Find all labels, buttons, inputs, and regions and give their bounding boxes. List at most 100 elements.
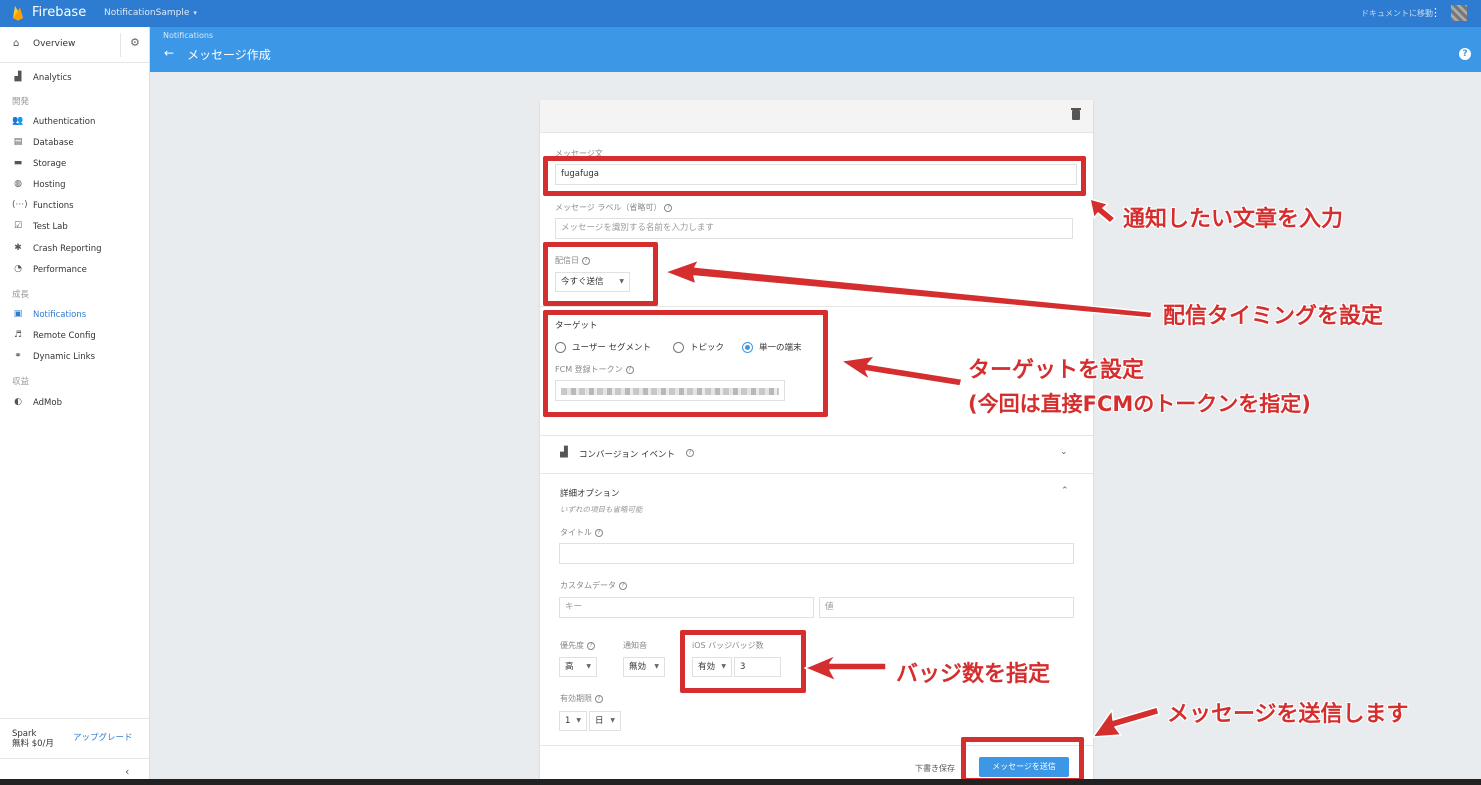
sidebar-item-database[interactable]: ▤ Database [0,135,150,153]
arrow-icon [1092,706,1160,738]
sound-label: 通知音 [623,641,647,650]
expiry-label-text: 有効期限 [560,694,592,703]
sidebar-item-remote-config[interactable]: ♬ Remote Config [0,328,150,346]
trash-icon[interactable] [1071,108,1081,120]
sidebar-item-test-lab[interactable]: ☑ Test Lab [0,219,150,237]
top-app-bar: Firebase NotificationSample ▾ ドキュメントに移動 ⋮ [0,0,1481,27]
message-label-input[interactable]: メッセージを識別する名前を入力します [555,218,1073,239]
bar-chart-icon: ▟ [560,447,568,458]
link-icon: ⚭ [14,351,22,361]
help-icon[interactable]: ? [619,582,627,590]
help-icon[interactable]: ? [1459,48,1471,60]
sidebar-item-label: Storage [33,159,67,169]
custom-data-label-text: カスタムデータ [560,581,616,590]
sidebar-item-crash-reporting[interactable]: ✱ Crash Reporting [0,241,150,259]
sidebar-item-overview[interactable]: ⌂ Overview ⚙ [0,27,150,63]
plan-name: Spark [12,729,37,739]
save-draft-button[interactable]: 下書き保存 [915,763,955,774]
sidebar-item-label: Performance [33,265,87,275]
sidebar-item-functions[interactable]: (···) Functions [0,198,150,216]
annotation-box-delivery [543,242,658,306]
sound-select[interactable]: 無効 ▼ [623,657,665,677]
help-icon[interactable]: ? [686,449,694,457]
chevron-down-icon: ▼ [586,663,591,670]
title-label-text: タイトル [560,528,592,537]
annotation-send: メッセージを送信します [1167,702,1409,727]
avatar[interactable] [1451,5,1467,21]
people-icon: 👥 [12,116,24,126]
expiry-value-select[interactable]: 1 ▼ [559,711,587,731]
advanced-options-hint: いずれの項目も省略可能 [560,505,643,514]
annotation-box-badge [680,630,806,693]
sidebar-item-label: Dynamic Links [33,352,96,362]
custom-data-label: カスタムデータ? [560,580,627,591]
sidebar-item-label: AdMob [33,398,62,408]
priority-label: 優先度? [560,640,595,651]
title-input[interactable] [559,543,1074,564]
priority-value: 高 [565,662,574,672]
docs-link[interactable]: ドキュメントに移動 [1361,8,1433,19]
message-label-label: メッセージ ラベル（省略可）? [555,202,673,213]
priority-label-text: 優先度 [560,641,584,650]
home-icon: ⌂ [13,38,20,49]
annotation-box-target [543,310,828,417]
sidebar-item-analytics[interactable]: ▟ Analytics [0,70,150,88]
annotation-target-1: ターゲットを設定 [968,358,1145,383]
help-icon[interactable]: ? [595,695,603,703]
section-develop: 開発 [12,97,30,107]
sound-value: 無効 [629,662,647,672]
expiry-unit-select[interactable]: 日 ▼ [589,711,621,731]
chevron-up-icon[interactable]: ⌃ [1061,486,1069,496]
sidebar-item-storage[interactable]: ▬ Storage [0,156,150,174]
message-icon: ▣ [13,309,23,319]
project-selector[interactable]: NotificationSample ▾ [104,8,197,18]
plan-footer: Spark 無料 $0/月 アップグレード [0,718,150,758]
more-vert-icon[interactable]: ⋮ [1430,6,1441,20]
divider [120,33,121,57]
breadcrumb[interactable]: Notifications [163,31,213,40]
divider [540,435,1093,436]
chevron-left-icon: ‹ [125,765,130,778]
sidebar-item-notifications[interactable]: ▣ Notifications [0,307,150,325]
custom-data-value-input[interactable]: 値 [819,597,1074,618]
expiry-label: 有効期限? [560,693,603,704]
back-arrow-icon[interactable]: ← [164,46,174,60]
upgrade-link[interactable]: アップグレード [73,731,133,743]
globe-icon: ◍ [14,179,22,189]
annotation-badge: バッジ数を指定 [896,662,1051,687]
bug-icon: ✱ [14,243,22,253]
section-earn: 収益 [12,377,30,387]
sidebar-item-hosting[interactable]: ◍ Hosting [0,177,150,195]
expiry-unit: 日 [595,716,604,726]
priority-select[interactable]: 高 ▼ [559,657,597,677]
conversion-event-label: コンバージョン イベント [579,450,676,460]
taskbar-strip [0,779,1481,785]
gear-icon[interactable]: ⚙ [130,36,140,49]
help-icon[interactable]: ? [587,642,595,650]
sidebar-item-authentication[interactable]: 👥 Authentication [0,114,150,132]
plan-info: Spark 無料 $0/月 [12,729,54,749]
sidebar-item-label: Functions [33,201,74,211]
conversion-event-row[interactable]: ▟ コンバージョン イベント ? ⌄ [560,447,1080,463]
help-icon[interactable]: ? [595,529,603,537]
annotation-input-text: 通知したい文章を入力 [1123,207,1344,232]
expiry-value: 1 [565,716,571,726]
speedometer-icon: ◔ [14,264,22,274]
sidebar-item-admob[interactable]: ◐ AdMob [0,395,150,413]
sidebar-item-label: Analytics [33,73,72,83]
sidebar-item-dynamic-links[interactable]: ⚭ Dynamic Links [0,349,150,367]
admob-icon: ◐ [14,397,22,407]
brand-name[interactable]: Firebase [32,5,86,20]
chevron-down-icon[interactable]: ⌄ [1060,447,1068,457]
annotation-box-send [961,737,1084,783]
sidebar-item-performance[interactable]: ◔ Performance [0,262,150,280]
card-header [540,100,1093,133]
sidebar-item-label: Hosting [33,180,66,190]
custom-data-key-input[interactable]: キー [559,597,814,618]
tune-icon: ♬ [13,330,23,340]
help-icon[interactable]: ? [664,204,673,212]
annotation-timing: 配信タイミングを設定 [1163,304,1384,329]
sidebar-item-label: Database [33,138,74,148]
message-label-label-text: メッセージ ラベル（省略可） [555,203,662,212]
database-icon: ▤ [13,137,23,147]
